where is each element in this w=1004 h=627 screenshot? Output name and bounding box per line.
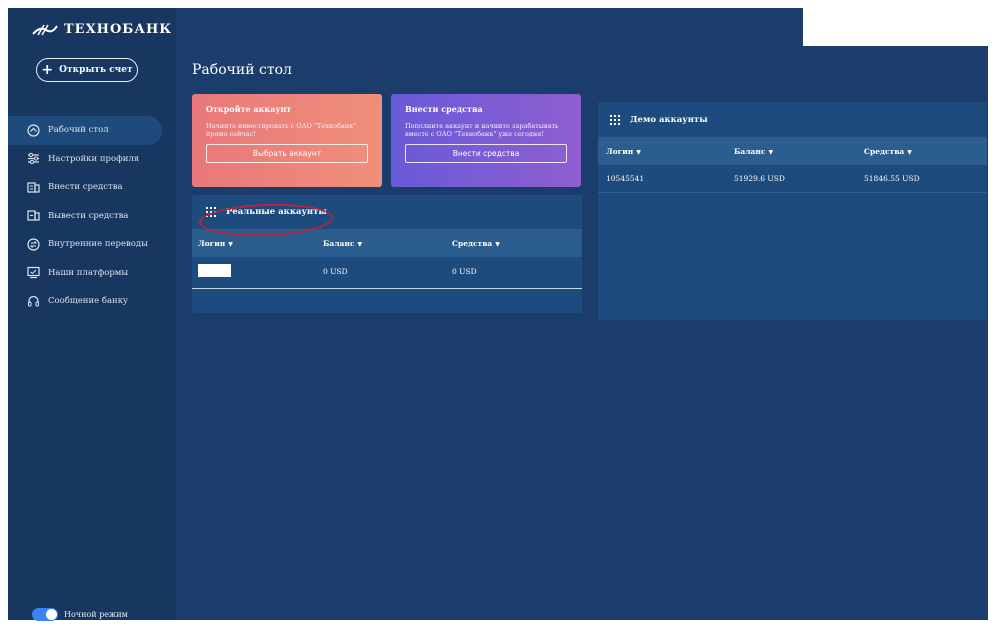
caret-down-icon: ▼ xyxy=(907,148,912,156)
plus-icon: + xyxy=(41,62,54,78)
open-account-card: Откройте аккаунт Начните инвестировать с… xyxy=(192,94,382,187)
dashboard-icon xyxy=(27,124,40,137)
headset-icon xyxy=(28,295,39,307)
logo[interactable]: ТЕХНОБАНК xyxy=(32,22,172,37)
balance-cell: 51929.6 USD xyxy=(734,174,785,183)
app-window: ТЕХНОБАНК + Открыть счет Рабочий стол На… xyxy=(8,8,988,621)
balance-cell: 0 USD xyxy=(323,266,348,276)
sidebar-item-dashboard[interactable]: Рабочий стол xyxy=(8,116,162,145)
logo-mark-icon xyxy=(32,24,58,35)
sidebar-item-label: Настройки профиля xyxy=(48,153,140,164)
real-accounts-title: Реальные аккаунты xyxy=(226,207,327,217)
open-account-label: Открыть счет xyxy=(59,65,133,75)
funds-cell: 0 USD xyxy=(452,266,477,276)
column-header-login[interactable]: Логин ▼ xyxy=(598,147,734,156)
table-row[interactable]: 10545541 51929.6 USD 51846.55 USD xyxy=(598,165,987,193)
sidebar-item-label: Вывести средства xyxy=(48,210,129,221)
sidebar-item-internal-transfers[interactable]: Внутренние переводы xyxy=(8,230,176,259)
sidebar-item-label: Внести средства xyxy=(48,182,123,193)
card-text: Пополните аккаунт и начните зарабатывать… xyxy=(405,122,559,138)
funds-cell: 51846.55 USD xyxy=(864,174,920,183)
night-mode-toggle[interactable] xyxy=(32,608,58,621)
card-title: Внести средства xyxy=(405,104,483,114)
real-accounts-panel: Реальные аккаунты Логин ▼ Баланс ▼ Средств… xyxy=(192,195,582,313)
page-title: Рабочий стол xyxy=(192,62,292,78)
grid-icon xyxy=(206,207,216,217)
toggle-knob xyxy=(46,609,57,620)
blank-region xyxy=(803,8,1004,46)
real-accounts-header: Реальные аккаунты xyxy=(192,195,582,229)
deposit-icon xyxy=(27,182,40,193)
night-mode-label: Ночной режим xyxy=(64,610,128,619)
platform-icon xyxy=(27,267,40,279)
caret-down-icon: ▼ xyxy=(495,240,500,248)
caret-down-icon: ▼ xyxy=(636,148,641,156)
demo-accounts-panel: Демо аккаунты Логин ▼ Баланс ▼ Средства ▼ 1… xyxy=(598,102,987,320)
sidebar-item-withdraw[interactable]: Вывести средства xyxy=(8,202,176,231)
sliders-icon xyxy=(28,153,39,165)
sidebar-item-label: Внутренние переводы xyxy=(48,239,148,250)
column-header-funds[interactable]: Средства ▼ xyxy=(452,239,572,248)
sidebar-item-profile-settings[interactable]: Настройки профиля xyxy=(8,145,176,174)
night-mode: Ночной режим xyxy=(32,608,128,621)
column-header-balance[interactable]: Баланс ▼ xyxy=(323,239,452,248)
login-cell xyxy=(192,263,323,279)
card-title: Откройте аккаунт xyxy=(206,104,292,114)
choose-account-button[interactable]: Выбрать аккаунт xyxy=(206,144,368,163)
column-header-login[interactable]: Логин ▼ xyxy=(192,239,323,248)
withdraw-icon xyxy=(27,210,40,221)
card-text: Начните инвестировать с ОАО "Технобанк" … xyxy=(206,122,357,138)
sidebar-item-message-bank[interactable]: Сообщение банку xyxy=(8,287,176,316)
divider xyxy=(192,288,582,289)
grid-icon xyxy=(610,114,620,125)
demo-accounts-table-header: Логин ▼ Баланс ▼ Средства ▼ xyxy=(598,137,987,165)
sidebar-nav: Рабочий стол Настройки профиля Внести ср… xyxy=(8,116,176,316)
sidebar-item-deposit[interactable]: Внести средства xyxy=(8,173,176,202)
transfer-icon xyxy=(27,238,40,251)
sidebar-item-platforms[interactable]: Наши платформы xyxy=(8,259,176,288)
login-cell: 10545541 xyxy=(606,174,645,183)
table-row[interactable]: 0 USD 0 USD xyxy=(192,257,582,285)
open-account-button[interactable]: + Открыть счет xyxy=(36,58,138,82)
sidebar-item-label: Наши платформы xyxy=(48,267,129,278)
logo-text: ТЕХНОБАНК xyxy=(64,22,173,37)
sidebar-item-label: Рабочий стол xyxy=(48,125,109,136)
sidebar: ТЕХНОБАНК + Открыть счет Рабочий стол На… xyxy=(8,8,176,621)
caret-down-icon: ▼ xyxy=(228,240,233,248)
column-header-funds[interactable]: Средства ▼ xyxy=(864,147,984,156)
column-header-balance[interactable]: Баланс ▼ xyxy=(734,147,864,156)
deposit-funds-button[interactable]: Внести средства xyxy=(405,144,567,163)
real-accounts-table-header: Логин ▼ Баланс ▼ Средства ▼ xyxy=(192,229,582,257)
caret-down-icon: ▼ xyxy=(768,148,774,156)
demo-accounts-header: Демо аккаунты xyxy=(598,102,987,137)
caret-down-icon: ▼ xyxy=(357,240,363,248)
redacted-login xyxy=(198,263,231,277)
sidebar-item-label: Сообщение банку xyxy=(48,296,129,307)
demo-accounts-title: Демо аккаунты xyxy=(630,114,708,125)
deposit-card: Внести средства Пополните аккаунт и начн… xyxy=(391,94,581,187)
